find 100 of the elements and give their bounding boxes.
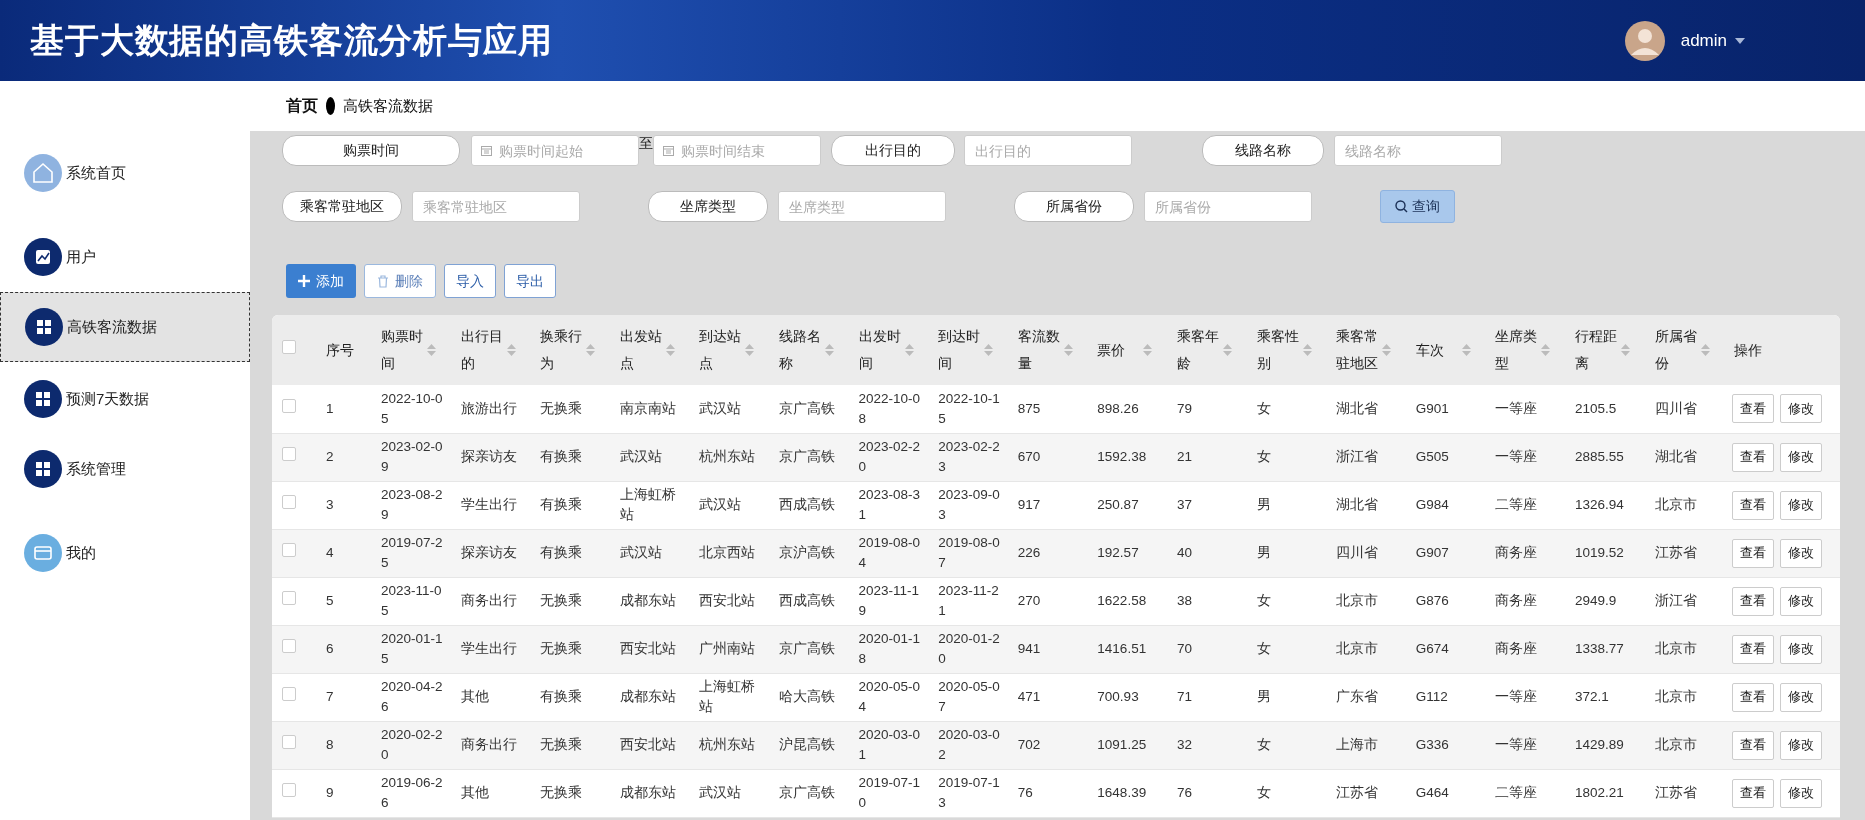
table-cell-text: 2023-08-31	[858, 486, 922, 524]
edit-button[interactable]: 修改	[1780, 490, 1823, 520]
checkbox[interactable]	[282, 398, 296, 413]
table-cell-text: 2022-10-08	[858, 389, 922, 428]
column-header: 出发时间	[858, 328, 902, 373]
table-cell-text: 上海虹桥站	[699, 678, 757, 716]
input-field[interactable]: 坐席类型	[778, 191, 946, 222]
sort-icon[interactable]	[506, 343, 516, 357]
checkbox[interactable]	[282, 339, 296, 354]
table-cell-text: 江苏省	[1654, 544, 1698, 562]
view-button[interactable]: 查看	[1732, 442, 1775, 472]
table-cell-text: 有换乘	[540, 544, 584, 562]
table-cell-text: 成都东站	[619, 688, 677, 706]
table-cell-text: 3	[326, 496, 335, 514]
table-cell-text: 杭州东站	[699, 448, 757, 466]
edit-button[interactable]: 修改	[1780, 586, 1823, 616]
input-field[interactable]: 线路名称	[1334, 135, 1502, 166]
view-button[interactable]: 查看	[1732, 634, 1775, 664]
column-header: 购票时间	[381, 328, 424, 373]
input-field[interactable]: 所属省份	[1144, 191, 1312, 222]
sidebar-item[interactable]: 预测7天数据	[0, 364, 250, 434]
user-name[interactable]: admin	[1680, 27, 1727, 54]
date-field[interactable]: 购票时间起始	[471, 135, 639, 166]
edit-button[interactable]: 修改	[1780, 442, 1823, 472]
checkbox[interactable]	[282, 542, 296, 557]
caret-icon[interactable]	[1735, 37, 1745, 44]
view-button[interactable]: 查看	[1732, 778, 1775, 808]
toolbar-button[interactable]: 导入	[444, 264, 496, 298]
view-button[interactable]: 查看	[1732, 586, 1775, 616]
edit-button[interactable]: 修改	[1780, 730, 1823, 760]
date-field[interactable]: 购票时间结束	[653, 135, 821, 166]
table-cell-text: 2019-07-25	[381, 534, 444, 572]
sort-icon[interactable]	[1700, 343, 1710, 357]
sort-icon[interactable]	[1222, 343, 1232, 357]
add-button[interactable]: 添加	[286, 264, 356, 298]
edit-button[interactable]: 修改	[1780, 682, 1823, 712]
table-cell-text: 2022-10-15	[938, 389, 1001, 428]
table-cell-text: G112	[1415, 688, 1449, 706]
table-cell-text: 京广高铁	[778, 784, 836, 802]
edit-button[interactable]: 修改	[1780, 634, 1823, 664]
sidebar-item[interactable]: 用户	[0, 222, 250, 292]
sort-icon[interactable]	[1541, 343, 1551, 357]
sort-icon[interactable]	[1302, 343, 1312, 357]
sort-icon[interactable]	[665, 343, 675, 357]
table-cell-text: 江苏省	[1654, 784, 1698, 802]
calendar-icon	[663, 145, 674, 156]
toolbar-button[interactable]: 导出	[504, 264, 556, 298]
table-cell-text: 471	[1017, 688, 1042, 706]
sort-icon[interactable]	[1620, 343, 1630, 357]
view-button[interactable]: 查看	[1732, 682, 1775, 712]
sort-icon[interactable]	[984, 343, 994, 357]
checkbox[interactable]	[282, 638, 296, 653]
delete-button[interactable]: 删除	[364, 264, 436, 298]
checkbox[interactable]	[282, 446, 296, 461]
breadcrumb-link[interactable]: 首页	[286, 94, 318, 118]
sort-icon[interactable]	[1461, 343, 1471, 357]
table-cell-text: 四川省	[1336, 544, 1380, 562]
sort-icon[interactable]	[745, 343, 755, 357]
input-field[interactable]: 出行目的	[964, 135, 1132, 166]
table-cell-text: 2949.9	[1574, 592, 1618, 610]
sidebar-item[interactable]: 高铁客流数据	[0, 292, 250, 362]
table-cell-text: 京广高铁	[778, 399, 836, 418]
table-cell-text: 其他	[460, 784, 490, 802]
table-cell-text: 270	[1017, 592, 1042, 610]
view-button[interactable]: 查看	[1732, 538, 1775, 568]
filter-label: 所属省份	[1014, 191, 1134, 222]
sort-icon[interactable]	[824, 343, 834, 357]
checkbox[interactable]	[282, 782, 296, 797]
sort-icon[interactable]	[586, 343, 596, 357]
view-button[interactable]: 查看	[1732, 490, 1775, 520]
table-cell-text: 一等座	[1495, 688, 1539, 706]
sidebar-item[interactable]: 我的	[0, 518, 250, 588]
sort-icon[interactable]	[1063, 343, 1073, 357]
input-field[interactable]: 乘客常驻地区	[412, 191, 580, 222]
checkbox[interactable]	[282, 494, 296, 509]
filter-label: 乘客常驻地区	[282, 191, 402, 222]
sidebar-item[interactable]: 系统首页	[0, 138, 250, 208]
edit-button[interactable]: 修改	[1780, 538, 1823, 568]
table-cell-text: 上海虹桥站	[619, 486, 677, 524]
table-cell-text: 女	[1256, 640, 1272, 658]
checkbox[interactable]	[282, 590, 296, 605]
table-cell-text: 2023-11-05	[381, 582, 443, 620]
search-button[interactable]: 查询	[1380, 190, 1455, 223]
column-header: 行程距离	[1574, 328, 1618, 373]
sort-icon[interactable]	[1382, 343, 1392, 357]
edit-button[interactable]: 修改	[1780, 394, 1823, 424]
sort-icon[interactable]	[1143, 343, 1153, 357]
edit-button[interactable]: 修改	[1780, 778, 1823, 808]
checkbox[interactable]	[282, 686, 296, 701]
sidebar-item[interactable]: 系统管理	[0, 434, 250, 504]
calendar-icon	[481, 145, 492, 156]
table-cell-text: 6	[326, 640, 335, 658]
checkbox[interactable]	[282, 734, 296, 749]
column-header: 票价	[1097, 341, 1127, 360]
avatar-icon[interactable]	[1624, 20, 1665, 61]
sort-icon[interactable]	[427, 343, 436, 357]
view-button[interactable]: 查看	[1732, 394, 1775, 424]
table-cell-text: 70	[1176, 640, 1193, 658]
view-button[interactable]: 查看	[1732, 730, 1775, 760]
sort-icon[interactable]	[904, 343, 914, 357]
